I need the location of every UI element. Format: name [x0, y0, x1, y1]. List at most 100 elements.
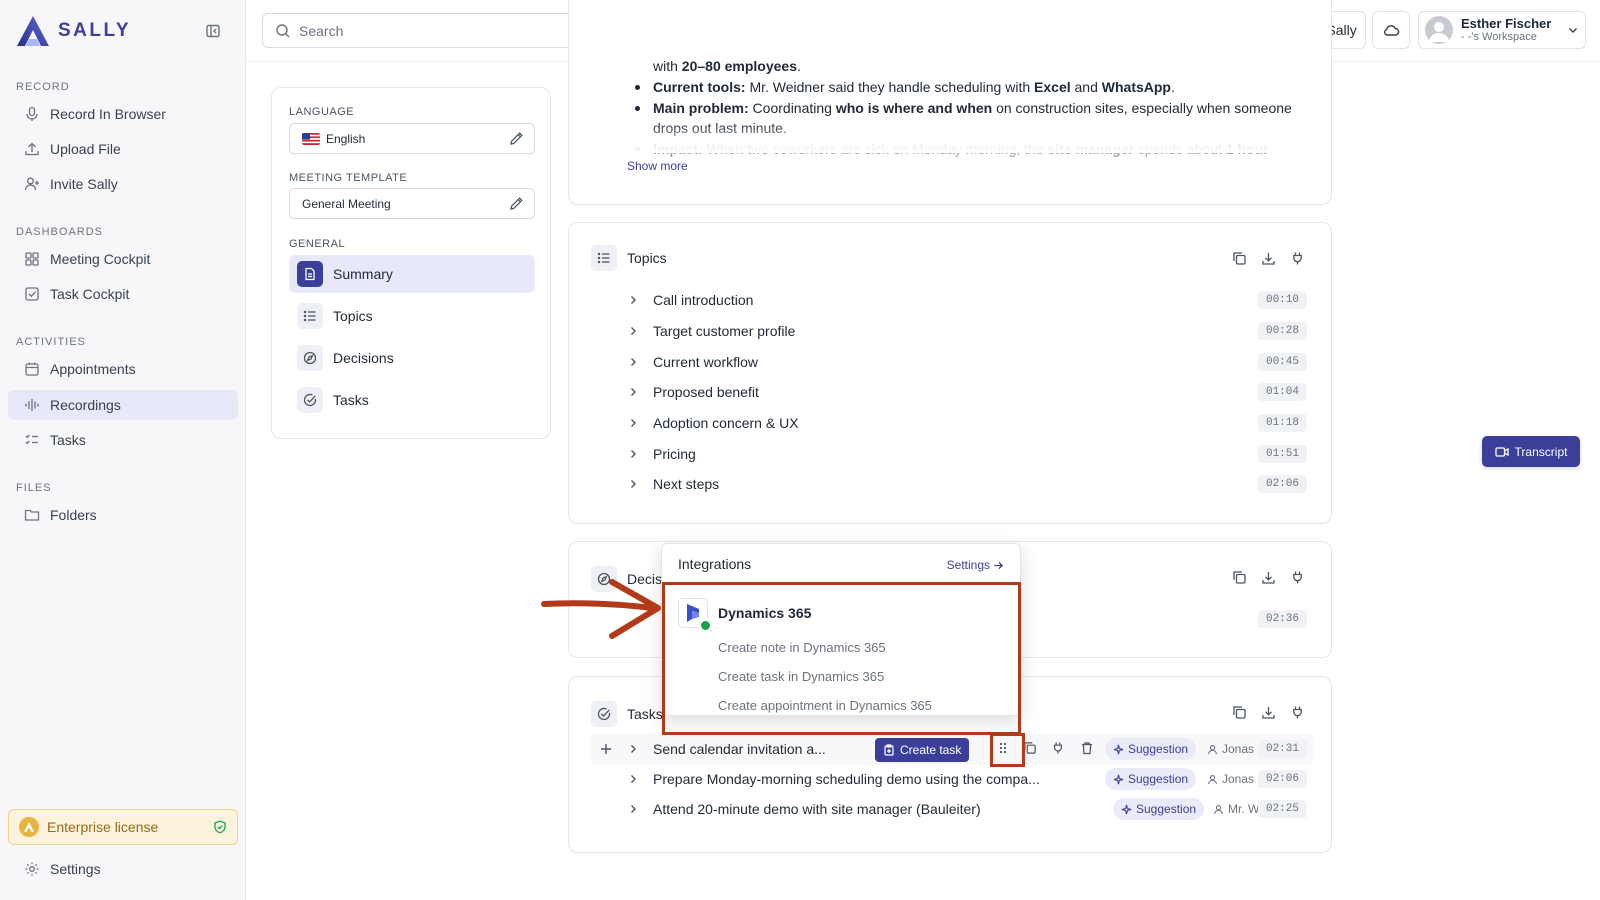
sidebar-item-task-cockpit[interactable]: Task Cockpit	[8, 279, 238, 309]
timestamp[interactable]: 02:06	[1257, 475, 1307, 493]
sidebar-item-recordings[interactable]: Recordings	[8, 390, 238, 420]
timestamp[interactable]: 02:25	[1257, 800, 1307, 818]
cloud-sync-button[interactable]	[1372, 11, 1410, 49]
microphone-icon	[24, 106, 40, 122]
tasks-header: Tasks	[591, 701, 663, 727]
sidebar-item-appointments[interactable]: Appointments	[8, 354, 238, 384]
plug-icon[interactable]	[1051, 741, 1065, 755]
panel-item-label: Tasks	[333, 392, 369, 408]
chevron-right-icon[interactable]	[627, 325, 647, 337]
user-plus-icon	[24, 176, 40, 192]
chevron-right-icon[interactable]	[627, 448, 647, 460]
plug-icon[interactable]	[1290, 705, 1305, 720]
sidebar-item-record-in-browser[interactable]: Record In Browser	[8, 99, 238, 129]
enterprise-license-badge[interactable]: Enterprise license	[8, 809, 238, 845]
timestamp[interactable]: 02:31	[1257, 740, 1307, 758]
chevron-right-icon[interactable]	[627, 743, 647, 755]
topic-row[interactable]: Pricing 01:51	[627, 440, 1307, 468]
timestamp[interactable]: 01:04	[1257, 383, 1307, 401]
task-row[interactable]: Attend 20-minute demo with site manager …	[627, 795, 1307, 823]
panel-item-summary[interactable]: Summary	[289, 255, 535, 293]
section-title-dashboards: DASHBOARDS	[16, 226, 104, 238]
plus-icon[interactable]	[599, 742, 613, 756]
clipboard-icon	[883, 744, 895, 756]
checklist-icon	[24, 432, 40, 448]
integrations-settings-link[interactable]: Settings	[947, 558, 1004, 572]
sidebar-item-label: Record In Browser	[50, 106, 166, 122]
chevron-right-icon[interactable]	[627, 803, 647, 815]
topic-row[interactable]: Proposed benefit 01:04	[627, 378, 1307, 406]
template-field[interactable]: General Meeting	[289, 188, 535, 219]
sidebar-item-folders[interactable]: Folders	[8, 500, 238, 530]
sally-logo[interactable]: SALLY	[16, 15, 131, 47]
sidebar-item-label: Appointments	[50, 361, 136, 377]
copy-icon[interactable]	[1232, 570, 1247, 585]
section-title-activities: ACTIVITIES	[16, 336, 86, 348]
topic-row[interactable]: Call introduction 00:10	[627, 286, 1307, 314]
chevron-right-icon[interactable]	[627, 773, 647, 785]
topics-card: Topics Call introduction 00:10 Target cus…	[568, 222, 1332, 524]
task-row[interactable]: Send calendar invitation a... Create tas…	[627, 735, 1307, 763]
timestamp[interactable]: 00:10	[1257, 291, 1307, 309]
chevron-right-icon[interactable]	[627, 417, 647, 429]
collapse-sidebar-icon[interactable]	[205, 23, 221, 39]
topic-label: Next steps	[653, 476, 720, 492]
check-circle-icon	[297, 387, 323, 413]
copy-icon[interactable]	[1232, 251, 1247, 266]
list-icon	[591, 245, 617, 271]
topics-header: Topics	[591, 245, 667, 271]
timestamp[interactable]: 02:06	[1257, 770, 1307, 788]
compass-icon	[297, 345, 323, 371]
copy-icon[interactable]	[1232, 705, 1247, 720]
plug-icon[interactable]	[1290, 251, 1305, 266]
download-icon[interactable]	[1261, 570, 1276, 585]
download-icon[interactable]	[1261, 705, 1276, 720]
sidebar-item-upload-file[interactable]: Upload File	[8, 134, 238, 164]
user-icon	[1208, 744, 1217, 754]
video-icon	[1494, 446, 1509, 458]
transcript-button[interactable]: Transcript	[1482, 436, 1580, 467]
folder-icon	[24, 507, 40, 523]
grid-icon	[24, 251, 40, 267]
create-task-button[interactable]: Create task	[875, 738, 970, 762]
panel-item-decisions[interactable]: Decisions	[289, 339, 535, 377]
plug-icon[interactable]	[1290, 570, 1305, 585]
trash-icon[interactable]	[1080, 741, 1094, 755]
task-row[interactable]: Prepare Monday-morning scheduling demo u…	[627, 765, 1307, 793]
show-more-link[interactable]: Show more	[627, 159, 688, 173]
timestamp[interactable]: 01:18	[1257, 414, 1307, 432]
timestamp[interactable]: 00:28	[1257, 322, 1307, 340]
chevron-right-icon[interactable]	[627, 478, 647, 490]
chevron-right-icon[interactable]	[627, 356, 647, 368]
topic-label: Call introduction	[653, 292, 754, 308]
chevron-right-icon[interactable]	[627, 294, 647, 306]
topic-row[interactable]: Next steps 02:06	[627, 470, 1307, 498]
copy-icon[interactable]	[1023, 741, 1037, 755]
user-menu[interactable]: Esther Fischer - -'s Workspace	[1418, 11, 1586, 49]
pencil-icon[interactable]	[509, 131, 524, 146]
section-title-files: FILES	[16, 482, 52, 494]
topic-row[interactable]: Target customer profile 00:28	[627, 317, 1307, 345]
meeting-settings-panel: LANGUAGE English MEETING TEMPLATE Genera…	[271, 87, 551, 439]
sidebar-settings[interactable]: Settings	[8, 854, 238, 884]
panel-item-topics[interactable]: Topics	[289, 297, 535, 335]
topic-row[interactable]: Adoption concern & UX 01:18	[627, 409, 1307, 437]
chevron-right-icon[interactable]	[627, 386, 647, 398]
sidebar-item-invite-sally[interactable]: Invite Sally	[8, 169, 238, 199]
timestamp[interactable]: 02:36	[1257, 610, 1307, 628]
sidebar-item-tasks[interactable]: Tasks	[8, 425, 238, 455]
panel-item-tasks[interactable]: Tasks	[289, 381, 535, 419]
summary-card: with 20–80 employees. Current tools: Mr.…	[568, 0, 1332, 205]
task-label: Prepare Monday-morning scheduling demo u…	[653, 771, 1040, 787]
arrow-right-icon	[993, 560, 1004, 571]
card-title: Tasks	[627, 706, 663, 722]
download-icon[interactable]	[1261, 251, 1276, 266]
timestamp[interactable]: 00:45	[1257, 353, 1307, 371]
timestamp[interactable]: 01:51	[1257, 445, 1307, 463]
pencil-icon[interactable]	[509, 196, 524, 211]
language-field[interactable]: English	[289, 123, 535, 154]
user-icon	[1214, 804, 1223, 814]
sidebar-item-meeting-cockpit[interactable]: Meeting Cockpit	[8, 244, 238, 274]
topic-row[interactable]: Current workflow 00:45	[627, 348, 1307, 376]
section-title-record: RECORD	[16, 81, 70, 93]
